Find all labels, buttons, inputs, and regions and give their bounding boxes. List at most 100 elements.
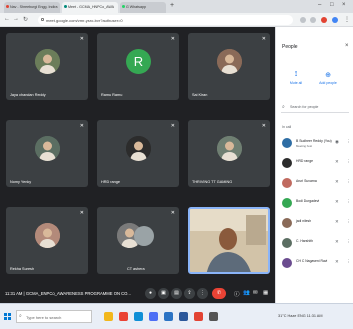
mic-status-icon[interactable]: ◉ xyxy=(335,139,339,145)
maximize-icon[interactable]: □ xyxy=(330,2,334,8)
participant-tile[interactable]: ✕ THRIVING TT GAMING xyxy=(188,120,270,187)
activities-icon[interactable]: ▦ xyxy=(263,290,268,296)
avatar-photo xyxy=(35,136,60,161)
mic-off-icon: ✕ xyxy=(79,123,84,129)
browser-tab-whatsapp[interactable]: G Whatsapp xyxy=(120,2,166,13)
participant-tile[interactable]: ✕ Sai Kiran xyxy=(188,33,270,100)
file-explorer-icon[interactable] xyxy=(104,312,113,321)
participant-tile[interactable]: ✕ Rekha Suresh xyxy=(6,207,88,274)
participant-tile[interactable]: ✕ CT ashera xyxy=(97,207,179,274)
forward-icon[interactable]: → xyxy=(13,16,19,22)
add-people-button[interactable]: ⊕ Add people xyxy=(314,71,342,85)
search-icon: ⌕ xyxy=(19,313,22,319)
participant-row[interactable]: Bodi Durgadevi ✕ ⋮ xyxy=(276,195,353,211)
leave-call-button[interactable]: ✆ xyxy=(212,288,226,299)
mic-off-icon: ✕ xyxy=(261,123,266,129)
more-options-icon[interactable]: ⋮ xyxy=(346,239,351,245)
avatar-photo xyxy=(217,49,242,74)
windows-taskbar: ⌕ Type here to search 31°C Haze ENG 11:3… xyxy=(0,303,353,329)
avatar: R xyxy=(126,49,151,74)
participant-name: Ramu Ramu xyxy=(101,93,123,97)
participant-name: B Sudheer Reddy (You) xyxy=(296,139,332,143)
more-options-button[interactable]: ⋮ xyxy=(197,288,208,299)
mic-status-icon[interactable]: ✕ xyxy=(335,239,339,245)
meeting-time: 11:31 AM xyxy=(5,291,23,296)
address-bar: ← → ↻ meet.google.com/vmr-ysro-bvr?authu… xyxy=(0,13,353,27)
more-options-icon[interactable]: ⋮ xyxy=(346,199,351,205)
info-icon[interactable]: ⓘ xyxy=(234,290,240,298)
bookmark-icon[interactable] xyxy=(310,17,316,23)
mic-button[interactable]: ● xyxy=(145,288,156,299)
avatar xyxy=(282,138,292,148)
avatar xyxy=(282,158,292,168)
browser-tab-meet[interactable]: Meet - GCMA_HNPCo_AWA xyxy=(62,2,118,13)
store-icon[interactable] xyxy=(149,312,158,321)
avatar-photo xyxy=(126,136,151,161)
chat-icon[interactable]: ✉ xyxy=(253,290,258,296)
participant-row[interactable]: Aruri Suvarna ✕ ⋮ xyxy=(276,175,353,191)
mute-all-button[interactable]: ⟟ Mute all xyxy=(282,71,310,85)
mic-status-icon[interactable]: ✕ xyxy=(335,199,339,205)
participant-tile[interactable]: ✕ Jaya chandan Reddy xyxy=(6,33,88,100)
edge-icon[interactable] xyxy=(134,312,143,321)
participant-row[interactable]: jadi nilesh ✕ ⋮ xyxy=(276,215,353,231)
participant-row[interactable]: B Sudheer Reddy (You) Meeting host ◉ ⋮ xyxy=(276,135,353,151)
profile-avatar[interactable] xyxy=(332,17,338,23)
chrome-icon[interactable] xyxy=(119,312,128,321)
mail-icon[interactable] xyxy=(164,312,173,321)
camera-button[interactable]: ▣ xyxy=(158,288,169,299)
mic-off-icon: ✕ xyxy=(79,210,84,216)
extensions-icon[interactable] xyxy=(300,17,306,23)
browser-menu-icon[interactable]: ⋮ xyxy=(344,16,350,23)
mic-status-icon[interactable]: ✕ xyxy=(335,159,339,165)
more-options-icon[interactable]: ⋮ xyxy=(346,179,351,185)
browser-tab-strip: Nav - Shreeburgi Engg. Indira Meet - GCM… xyxy=(0,0,353,13)
close-window-icon[interactable]: × xyxy=(342,2,346,8)
taskbar-search-input[interactable]: ⌕ Type here to search xyxy=(16,310,92,323)
avatar xyxy=(282,238,292,248)
whatsapp-favicon-icon xyxy=(122,5,125,8)
avatar xyxy=(35,49,60,74)
mic-off-icon: ✕ xyxy=(170,36,175,42)
system-tray[interactable]: 31°C Haze ENG 11:31 AM xyxy=(278,314,323,318)
start-button[interactable] xyxy=(4,313,11,320)
participant-tile[interactable]: ✕ HRD range xyxy=(97,120,179,187)
url-input[interactable]: meet.google.com/vmr-ysro-bvr?authuser=0 xyxy=(38,15,293,25)
mic-status-icon[interactable]: ✕ xyxy=(335,259,339,265)
browser-tab-1[interactable]: Nav - Shreeburgi Engg. Indira xyxy=(4,2,60,13)
participant-name: HRD range xyxy=(296,159,313,163)
back-icon[interactable]: ← xyxy=(4,16,10,22)
close-panel-icon[interactable]: × xyxy=(345,43,349,49)
extension-red-icon[interactable] xyxy=(321,17,327,23)
avatar xyxy=(282,218,292,228)
section-heading: In call xyxy=(282,125,292,129)
people-icon[interactable]: 👥 xyxy=(243,290,250,296)
participant-row[interactable]: C. Harshith ✕ ⋮ xyxy=(276,235,353,251)
mic-status-icon[interactable]: ✕ xyxy=(335,219,339,225)
captions-button[interactable]: ▤ xyxy=(171,288,182,299)
more-options-icon[interactable]: ⋮ xyxy=(346,219,351,225)
people-search-input[interactable]: ⌕ Search for people xyxy=(281,103,349,113)
more-options-icon[interactable]: ⋮ xyxy=(346,159,351,165)
avatar-photo xyxy=(35,223,60,248)
present-button[interactable]: ⇪ xyxy=(184,288,195,299)
minimize-icon[interactable]: – xyxy=(318,2,321,8)
new-tab-icon[interactable]: + xyxy=(170,2,174,9)
avatar-photo xyxy=(217,136,242,161)
meeting-info: 11:31 AM | GCMA_ENPCo_AWARENESS PROGRAMM… xyxy=(5,291,131,296)
participant-tile[interactable]: ✕ R Ramu Ramu xyxy=(97,33,179,100)
participant-row[interactable]: HRD range ✕ ⋮ xyxy=(276,155,353,171)
participant-row[interactable]: CH C Nagaveni Ravi ✕ ⋮ xyxy=(276,255,353,271)
reload-icon[interactable]: ↻ xyxy=(23,16,28,23)
avatar xyxy=(35,223,60,248)
photos-icon[interactable] xyxy=(194,312,203,321)
participant-tile[interactable]: ✕ Nomy Yenky xyxy=(6,120,88,187)
mic-status-icon[interactable]: ✕ xyxy=(335,179,339,185)
more-options-icon[interactable]: ⋮ xyxy=(346,259,351,265)
more-options-icon[interactable]: ⋮ xyxy=(346,139,351,145)
favicon-icon xyxy=(6,5,9,8)
self-video-tile[interactable] xyxy=(188,207,270,274)
settings-icon[interactable] xyxy=(209,312,218,321)
word-icon[interactable] xyxy=(179,312,188,321)
participant-name: Sai Kiran xyxy=(192,93,208,97)
